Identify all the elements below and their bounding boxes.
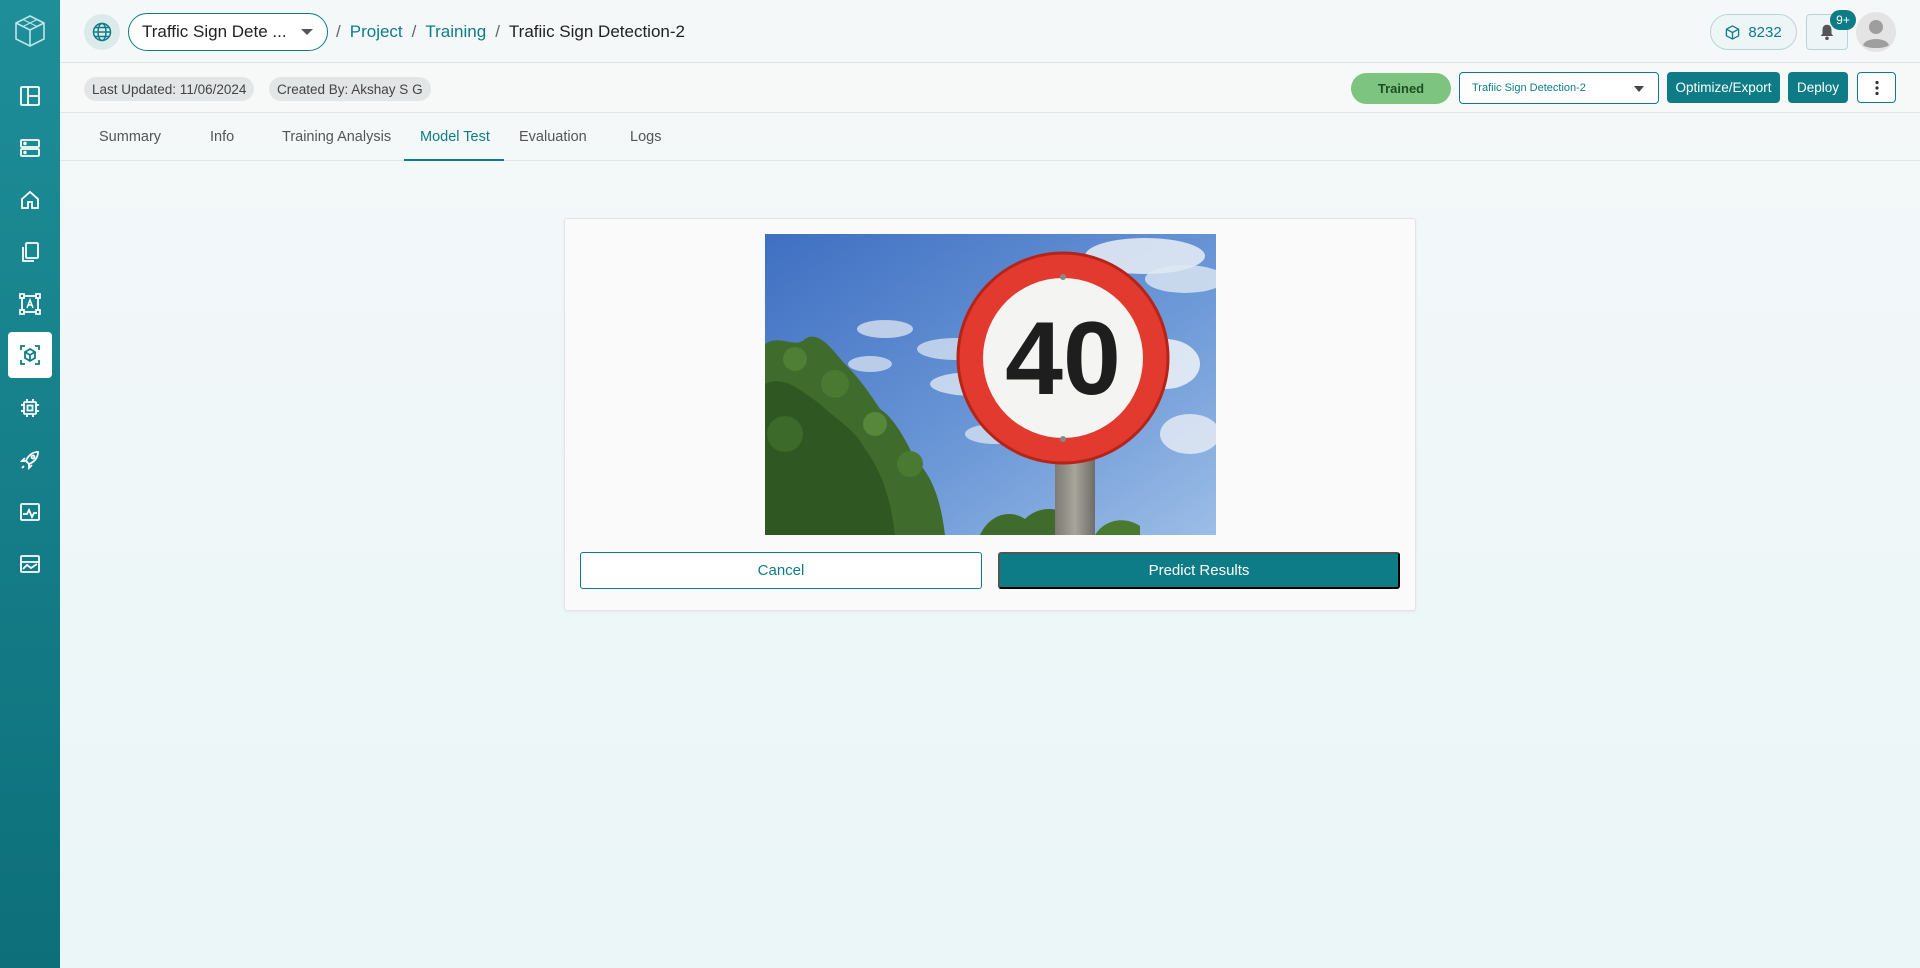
cancel-button[interactable]: Cancel (580, 552, 982, 589)
deploy-button[interactable]: Deploy (1788, 72, 1848, 103)
tab-logs[interactable]: Logs (630, 113, 661, 161)
tab-model-test[interactable]: Model Test (420, 113, 490, 161)
model-info-bar: Last Updated: 11/06/2024 Created By: Aks… (60, 63, 1920, 113)
status-badge: Trained (1351, 73, 1451, 104)
tab-evaluation[interactable]: Evaluation (519, 113, 587, 161)
model-version-selector[interactable]: Trafiic Sign Detection-2 (1459, 72, 1659, 104)
annotation-icon[interactable] (8, 281, 52, 327)
credits-button[interactable]: 8232 (1710, 14, 1797, 50)
predict-results-button[interactable]: Predict Results (998, 552, 1400, 589)
credits-count: 8232 (1748, 23, 1782, 41)
workspace-globe-button[interactable] (84, 14, 120, 50)
active-tab-indicator (404, 159, 504, 161)
model-tabs: Summary Info Training Analysis Model Tes… (60, 113, 1920, 161)
project-selector[interactable]: Traffic Sign Dete ... (128, 13, 328, 51)
kebab-menu-icon (1874, 80, 1879, 95)
breadcrumb-project-link[interactable]: Project (350, 22, 403, 42)
more-options-button[interactable] (1857, 72, 1896, 103)
monitor-icon[interactable] (8, 489, 52, 535)
speed-limit-sign-image: 40 (765, 234, 1216, 535)
notifications-badge: 9+ (1830, 10, 1856, 30)
created-by-chip: Created By: Akshay S G (269, 77, 431, 101)
dashboard-icon[interactable] (8, 73, 52, 119)
user-avatar-icon (1856, 12, 1896, 52)
chevron-down-icon (301, 29, 313, 35)
tab-training-analysis[interactable]: Training Analysis (282, 113, 391, 161)
avatar[interactable] (1856, 12, 1896, 52)
optimize-export-button[interactable]: Optimize/Export (1667, 72, 1780, 103)
model-training-icon[interactable] (8, 332, 52, 378)
sign-number: 40 (1005, 301, 1121, 417)
last-updated-chip: Last Updated: 11/06/2024 (84, 77, 255, 101)
cube-logo-icon[interactable] (14, 14, 46, 48)
tab-summary[interactable]: Summary (99, 113, 161, 161)
cube-icon (1726, 24, 1740, 40)
chevron-down-icon (1634, 86, 1644, 92)
rocket-icon[interactable] (8, 437, 52, 483)
chip-icon[interactable] (8, 385, 52, 431)
analytics-icon[interactable] (8, 541, 52, 587)
storage-icon[interactable] (8, 125, 52, 171)
test-image: 40 (765, 234, 1216, 535)
files-icon[interactable] (8, 229, 52, 275)
tab-info[interactable]: Info (210, 113, 234, 161)
model-test-card: 40 Cancel Predict Results (564, 218, 1416, 611)
globe-icon (92, 22, 112, 42)
sidebar (0, 0, 60, 968)
breadcrumb-current: Trafiic Sign Detection-2 (508, 22, 685, 41)
top-bar: Traffic Sign Dete ... / Project / Traini… (60, 0, 1920, 63)
model-version-value: Trafiic Sign Detection-2 (1472, 82, 1586, 94)
home-icon[interactable] (8, 177, 52, 223)
breadcrumb-training-link[interactable]: Training (425, 22, 486, 42)
breadcrumb: / Project / Training / Trafiic Sign Dete… (336, 22, 685, 42)
project-selector-value: Traffic Sign Dete ... (142, 22, 287, 41)
